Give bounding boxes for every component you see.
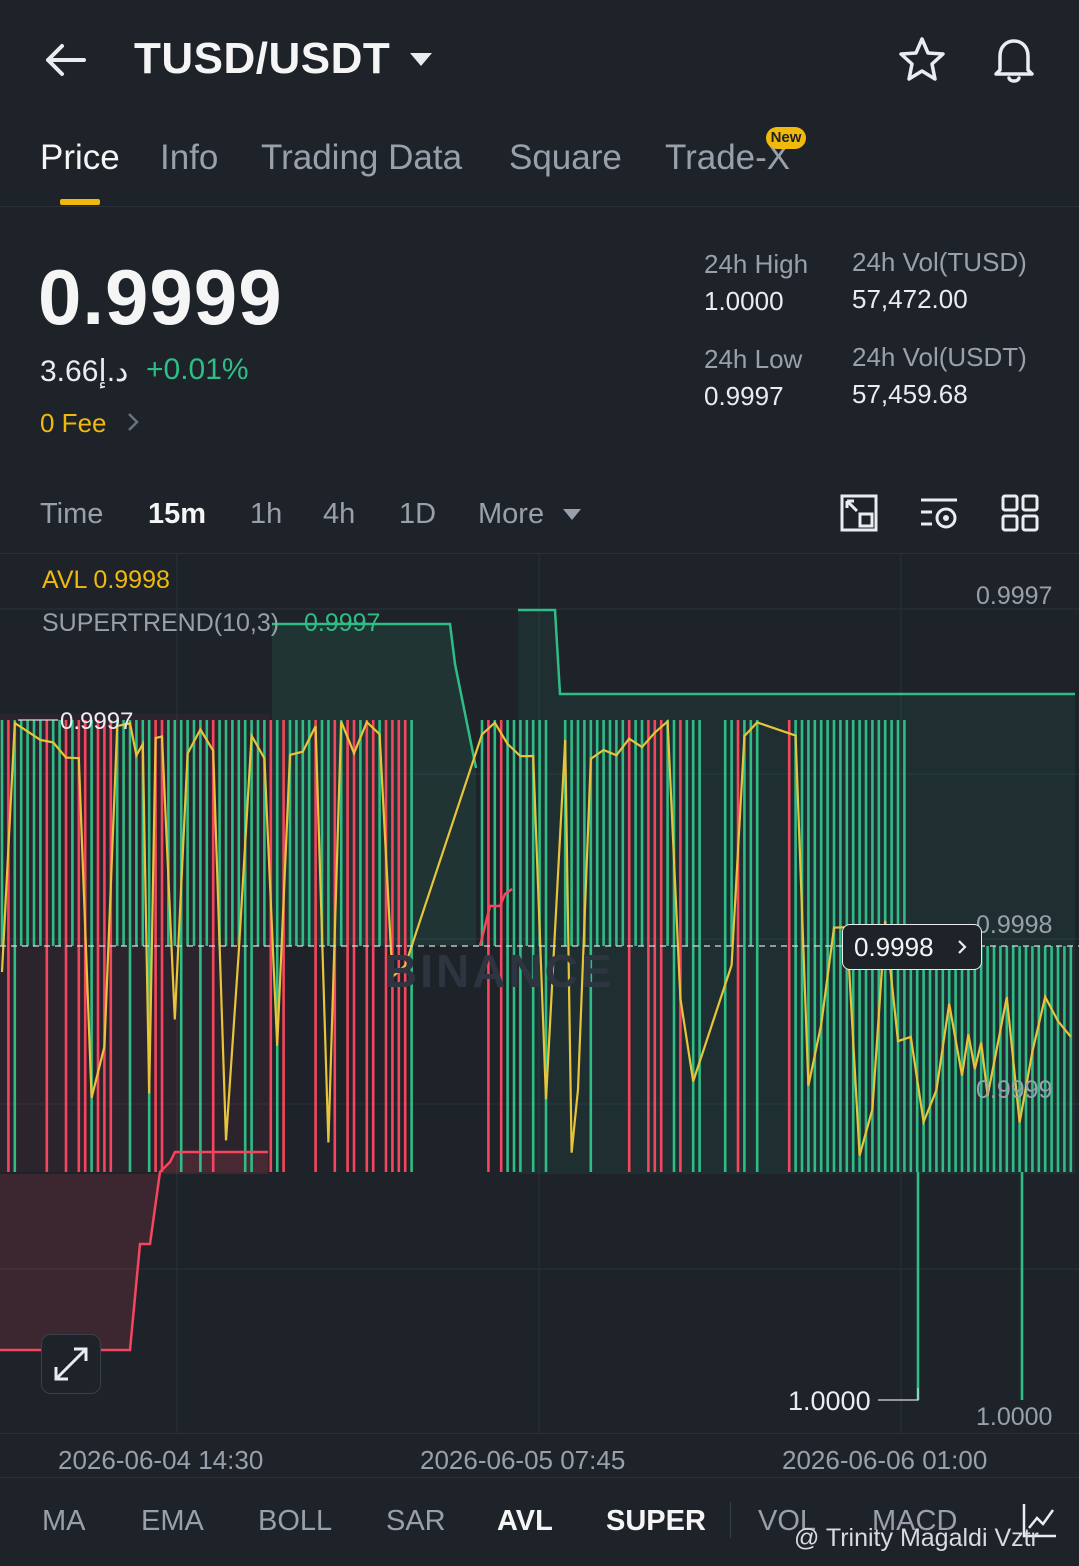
y-axis-label: 0.9998: [976, 911, 1053, 939]
pair-title[interactable]: TUSD/USDT: [134, 34, 390, 84]
bell-icon[interactable]: [988, 32, 1040, 86]
indicator-ema[interactable]: EMA: [141, 1505, 204, 1538]
indicator-avl[interactable]: AVL: [497, 1505, 553, 1538]
stat-vol-quote-label: 24h Vol(USDT): [852, 342, 1027, 372]
stat-high-label: 24h High: [704, 249, 809, 279]
expand-icon: [54, 1347, 88, 1381]
fullscreen-chart-icon[interactable]: [838, 492, 880, 534]
layout-grid-icon[interactable]: [999, 492, 1041, 534]
divider: [0, 206, 1079, 207]
stat-vol-base-value: 57,472.00: [852, 284, 968, 314]
tab-trading-data[interactable]: Trading Data: [261, 138, 462, 178]
tab-info[interactable]: Info: [160, 138, 218, 178]
new-badge: New: [766, 127, 806, 149]
stat-low-value: 0.9997: [704, 381, 784, 411]
timeframe-1h[interactable]: 1h: [250, 498, 282, 531]
timeframe-15m[interactable]: 15m: [148, 498, 206, 531]
indicator-sar[interactable]: SAR: [386, 1505, 446, 1538]
stat-low-label: 24h Low: [704, 344, 803, 374]
tab-price[interactable]: Price: [40, 138, 120, 178]
stat-high-value: 1.0000: [704, 286, 784, 316]
active-tab-indicator: [60, 199, 100, 205]
binance-watermark: BINANCE: [384, 945, 615, 997]
expand-chart-button[interactable]: [41, 1334, 101, 1394]
stat-vol-quote-value: 57,459.68: [852, 379, 968, 409]
back-arrow-icon[interactable]: [40, 36, 90, 84]
low-marker-label: 1.0000: [788, 1386, 871, 1416]
low-marker-line: [878, 1388, 919, 1401]
chevron-right-icon[interactable]: [124, 410, 142, 434]
favorite-star-icon[interactable]: [896, 34, 948, 86]
timeframe-1d[interactable]: 1D: [399, 498, 436, 531]
stat-vol-base-label: 24h Vol(TUSD): [852, 247, 1027, 277]
watermark-credit: @ Trinity Magaldi Vztr: [794, 1524, 1039, 1552]
current-price-tag-value: 0.9998: [854, 932, 934, 962]
x-axis-label: 2026-06-04 14:30: [58, 1445, 264, 1475]
price-change: +0.01%: [146, 353, 249, 386]
timeframe-more[interactable]: More: [478, 498, 544, 531]
indicator-boll[interactable]: BOLL: [258, 1505, 332, 1538]
y-axis-label: 0.9997: [976, 582, 1053, 610]
avl-indicator-label: AVL 0.9998: [42, 566, 170, 594]
timeframe-4h[interactable]: 4h: [323, 498, 355, 531]
divider: [730, 1502, 731, 1538]
timeframe-time[interactable]: Time: [40, 498, 103, 531]
fee-link[interactable]: 0 Fee: [40, 408, 107, 439]
indicator-super[interactable]: SUPER: [606, 1505, 706, 1538]
chevron-right-icon[interactable]: [956, 937, 968, 957]
supertrend-indicator-value: 0.9997: [304, 609, 381, 637]
x-axis-label: 2026-06-06 01:00: [782, 1445, 988, 1475]
high-marker-label: 0.9997: [60, 708, 134, 735]
divider: [0, 1433, 1079, 1434]
y-axis-label: 1.0000: [976, 1403, 1053, 1431]
last-price: 0.9999: [38, 253, 283, 341]
chevron-down-icon[interactable]: [562, 508, 582, 521]
indicator-settings-icon[interactable]: [918, 492, 960, 534]
chevron-down-icon[interactable]: [408, 50, 434, 68]
y-axis-label: 0.9999: [976, 1076, 1053, 1104]
fiat-price: 3.66د.إ: [40, 355, 129, 388]
divider: [0, 1477, 1079, 1478]
x-axis-label: 2026-06-05 07:45: [420, 1445, 626, 1475]
supertrend-indicator-label: SUPERTREND(10,3): [42, 609, 280, 637]
tab-square[interactable]: Square: [509, 138, 622, 178]
indicator-ma[interactable]: MA: [42, 1505, 86, 1538]
